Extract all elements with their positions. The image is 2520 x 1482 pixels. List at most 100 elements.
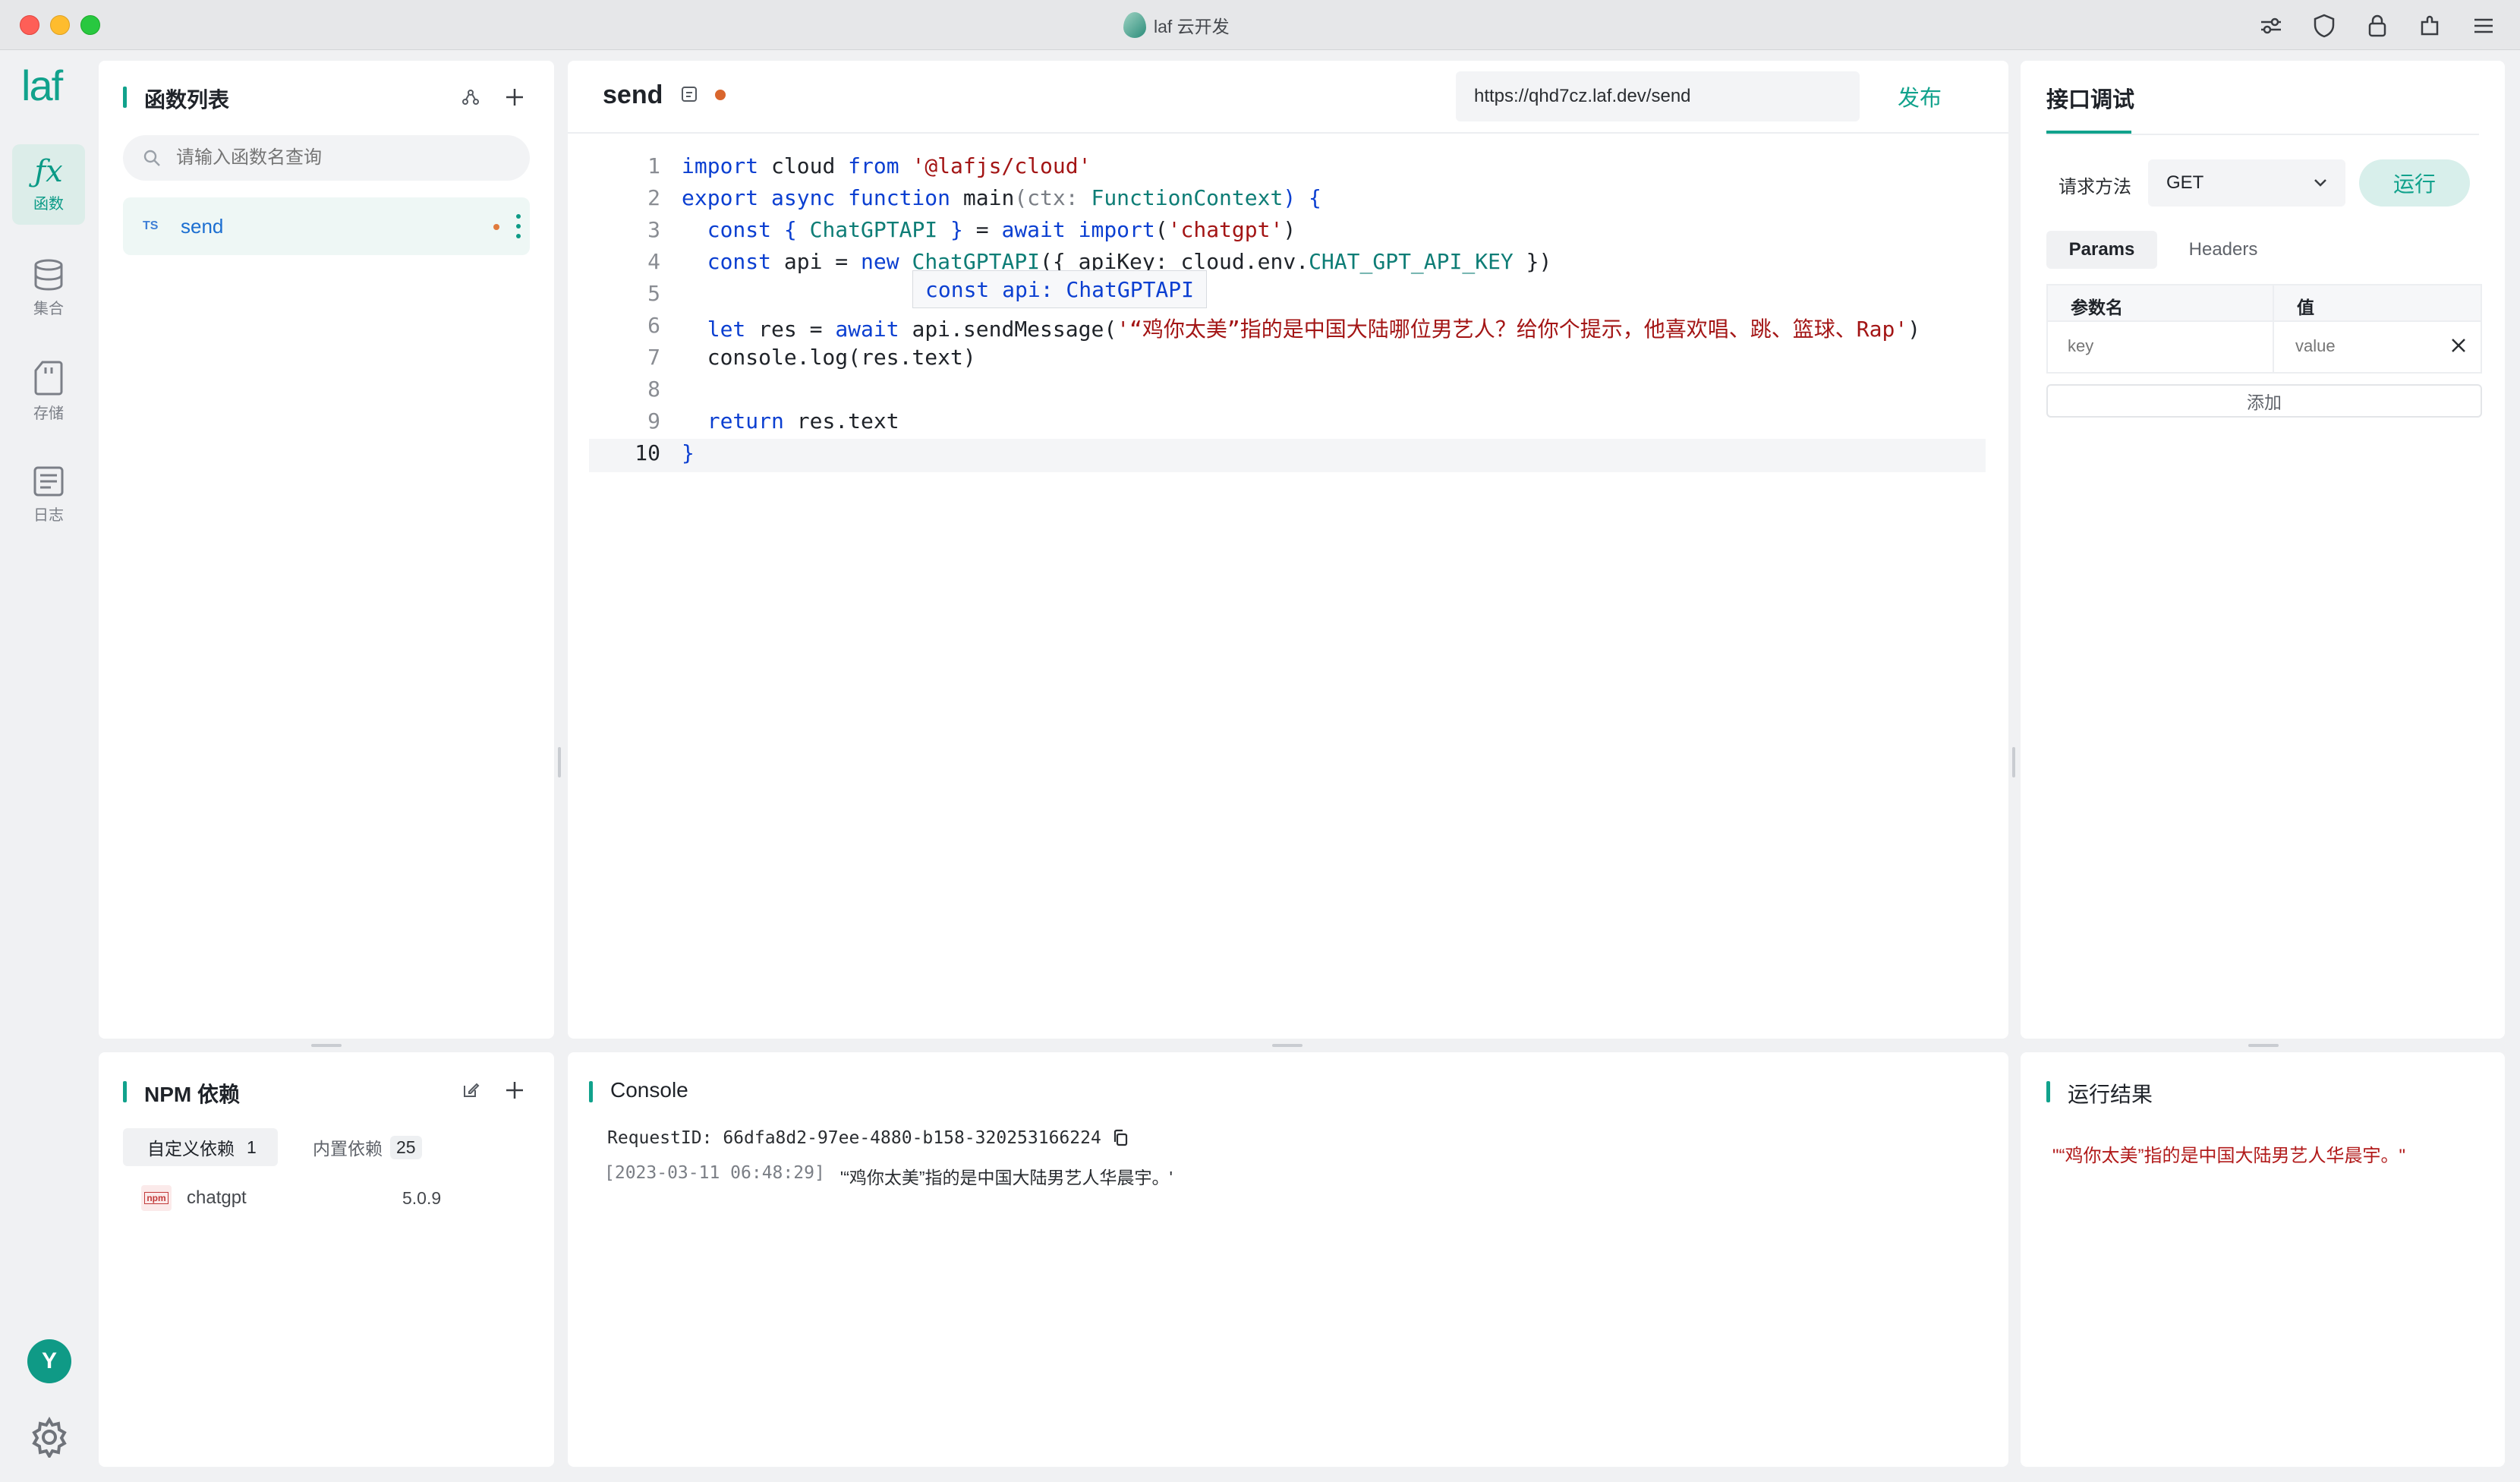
laf-logo-icon [1123, 12, 1146, 38]
menu-icon[interactable] [2470, 12, 2497, 39]
npm-title: NPM 依赖 [123, 1078, 240, 1108]
method-value: GET [2166, 172, 2204, 193]
nav-item-collections[interactable]: 集合 [12, 248, 85, 328]
doc-icon[interactable] [680, 85, 698, 107]
current-line-highlight [589, 439, 1986, 472]
log-icon [33, 466, 64, 496]
debug-title: 接口调试 [2046, 88, 2135, 112]
search-input[interactable] [176, 147, 495, 169]
log-line: [2023-03-11 06:48:29] '“鸡你太美”指的是中国大陆男艺人华… [604, 1163, 1173, 1189]
console-title: Console [589, 1078, 688, 1102]
search-box [123, 135, 530, 181]
nav-item-label: 函数 [33, 195, 64, 213]
vertical-splitter-handle[interactable] [2012, 747, 2015, 777]
param-key-input[interactable] [2068, 333, 2257, 360]
code-line: export async function main(ctx: Function… [682, 185, 1321, 210]
param-value-input[interactable] [2295, 333, 2432, 360]
shield-icon[interactable] [2311, 12, 2338, 39]
add-param-button[interactable]: 添加 [2046, 384, 2482, 418]
horizontal-splitter-handle[interactable] [311, 1044, 342, 1047]
code-line: } [682, 440, 695, 465]
editor-function-name: send [603, 80, 663, 109]
publish-button[interactable]: 发布 [1898, 80, 1942, 112]
nav-item-storage[interactable]: 存储 [12, 351, 85, 431]
unsaved-dot [715, 90, 726, 100]
method-label: 请求方法 [2059, 177, 2131, 197]
nav-item-logs[interactable]: 日志 [12, 454, 85, 534]
nav-item-functions[interactable]: ƒx 函数 [12, 144, 85, 225]
tab-label: 自定义依赖 [147, 1139, 235, 1159]
nav-item-label: 存储 [33, 405, 64, 422]
copy-icon[interactable] [1112, 1129, 1129, 1147]
code-line: let res = await api.sendMessage('“鸡你太美”指… [707, 317, 1921, 342]
code-line: import cloud from '@lafjs/cloud' [682, 153, 1091, 178]
add-label: 添加 [2247, 393, 2282, 412]
line-number: 4 [647, 249, 660, 274]
horizontal-splitter-handle[interactable] [1272, 1044, 1303, 1047]
function-list-item[interactable]: TS send [123, 197, 530, 255]
hover-tooltip: const api: ChatGPTAPI [912, 270, 1208, 308]
tab-custom-deps[interactable]: 自定义依赖 1 [123, 1128, 278, 1166]
laf-logo: laf [21, 61, 63, 109]
code-line: console.log(res.text) [682, 345, 976, 370]
title-bar: laf 云开发 [0, 0, 2520, 50]
log-timestamp: [2023-03-11 06:48:29] [604, 1163, 825, 1183]
tab-builtin-deps[interactable]: 内置依赖 25 [313, 1128, 422, 1166]
vertical-splitter-handle[interactable] [558, 747, 561, 777]
console-panel: Console RequestID: 66dfa8d2-97ee-4880-b1… [568, 1052, 2008, 1467]
more-options-icon[interactable] [515, 214, 522, 238]
line-number: 8 [647, 377, 660, 402]
code-line: return res.text [707, 408, 899, 434]
line-number: 3 [647, 217, 660, 242]
npm-badge: npm [144, 1192, 169, 1204]
request-id: RequestID: 66dfa8d2-97ee-4880-b158-32025… [607, 1128, 1129, 1148]
unsaved-dot [493, 224, 499, 230]
avatar-initial: Y [41, 1348, 57, 1373]
method-select[interactable]: GET [2148, 159, 2345, 207]
function-list-title: 函数列表 [123, 84, 229, 114]
count-badge: 1 [247, 1137, 257, 1157]
api-debug-panel: 接口调试 请求方法 GET 运行 Params Headers 参数名 值 添加 [2021, 61, 2505, 1039]
line-number: 7 [647, 345, 660, 370]
lock-icon[interactable] [2364, 12, 2391, 39]
window-title-text: laf 云开发 [1154, 17, 1230, 36]
function-icon: ƒx [34, 153, 63, 189]
line-number: 10 [635, 440, 660, 465]
close-icon[interactable] [2450, 337, 2467, 354]
left-nav: laf ƒx 函数 集合 存储 日志 Y [0, 50, 97, 1482]
edit-icon[interactable] [455, 1075, 486, 1105]
dependency-graph-icon[interactable] [455, 82, 486, 112]
package-version: 5.0.9 [402, 1187, 442, 1208]
horizontal-splitter-handle[interactable] [2248, 1044, 2279, 1047]
run-result-panel: 运行结果 "“鸡你太美”指的是中国大陆男艺人华晨宇。" [2021, 1052, 2505, 1467]
minimize-window-button[interactable] [50, 15, 70, 35]
package-name: chatgpt [187, 1187, 247, 1208]
ts-badge: TS [143, 219, 159, 232]
settings-gear-icon[interactable] [29, 1416, 70, 1460]
close-window-button[interactable] [20, 15, 39, 35]
tab-headers[interactable]: Headers [2168, 231, 2279, 269]
result-title: 运行结果 [2046, 1078, 2153, 1108]
tab-params[interactable]: Params [2046, 231, 2157, 269]
npm-icon: npm [141, 1185, 172, 1211]
line-number: 1 [647, 153, 660, 178]
avatar[interactable]: Y [27, 1339, 71, 1383]
function-name: send [181, 214, 224, 238]
url-field[interactable]: https://qhd7cz.laf.dev/send [1456, 71, 1860, 121]
column-divider [2273, 285, 2274, 372]
run-button[interactable]: 运行 [2359, 159, 2470, 207]
tab-label: Params [2068, 239, 2135, 260]
line-number: 5 [647, 281, 660, 306]
extensions-icon[interactable] [2417, 12, 2444, 39]
dependency-item[interactable]: npm chatgpt 5.0.9 [141, 1180, 521, 1216]
nav-item-label: 集合 [33, 300, 64, 317]
add-function-button[interactable] [499, 82, 530, 112]
chevron-down-icon [2314, 179, 2326, 187]
add-dependency-button[interactable] [499, 1075, 530, 1105]
maximize-window-button[interactable] [80, 15, 100, 35]
param-name-header: 参数名 [2071, 298, 2123, 317]
result-text: "“鸡你太美”指的是中国大陆男艺人华晨宇。" [2052, 1146, 2406, 1166]
log-text: '“鸡你太美”指的是中国大陆男艺人华晨宇。' [839, 1168, 1173, 1187]
sliders-icon[interactable] [2257, 12, 2285, 39]
code-line: const { ChatGPTAPI } = await import('cha… [707, 217, 1296, 242]
